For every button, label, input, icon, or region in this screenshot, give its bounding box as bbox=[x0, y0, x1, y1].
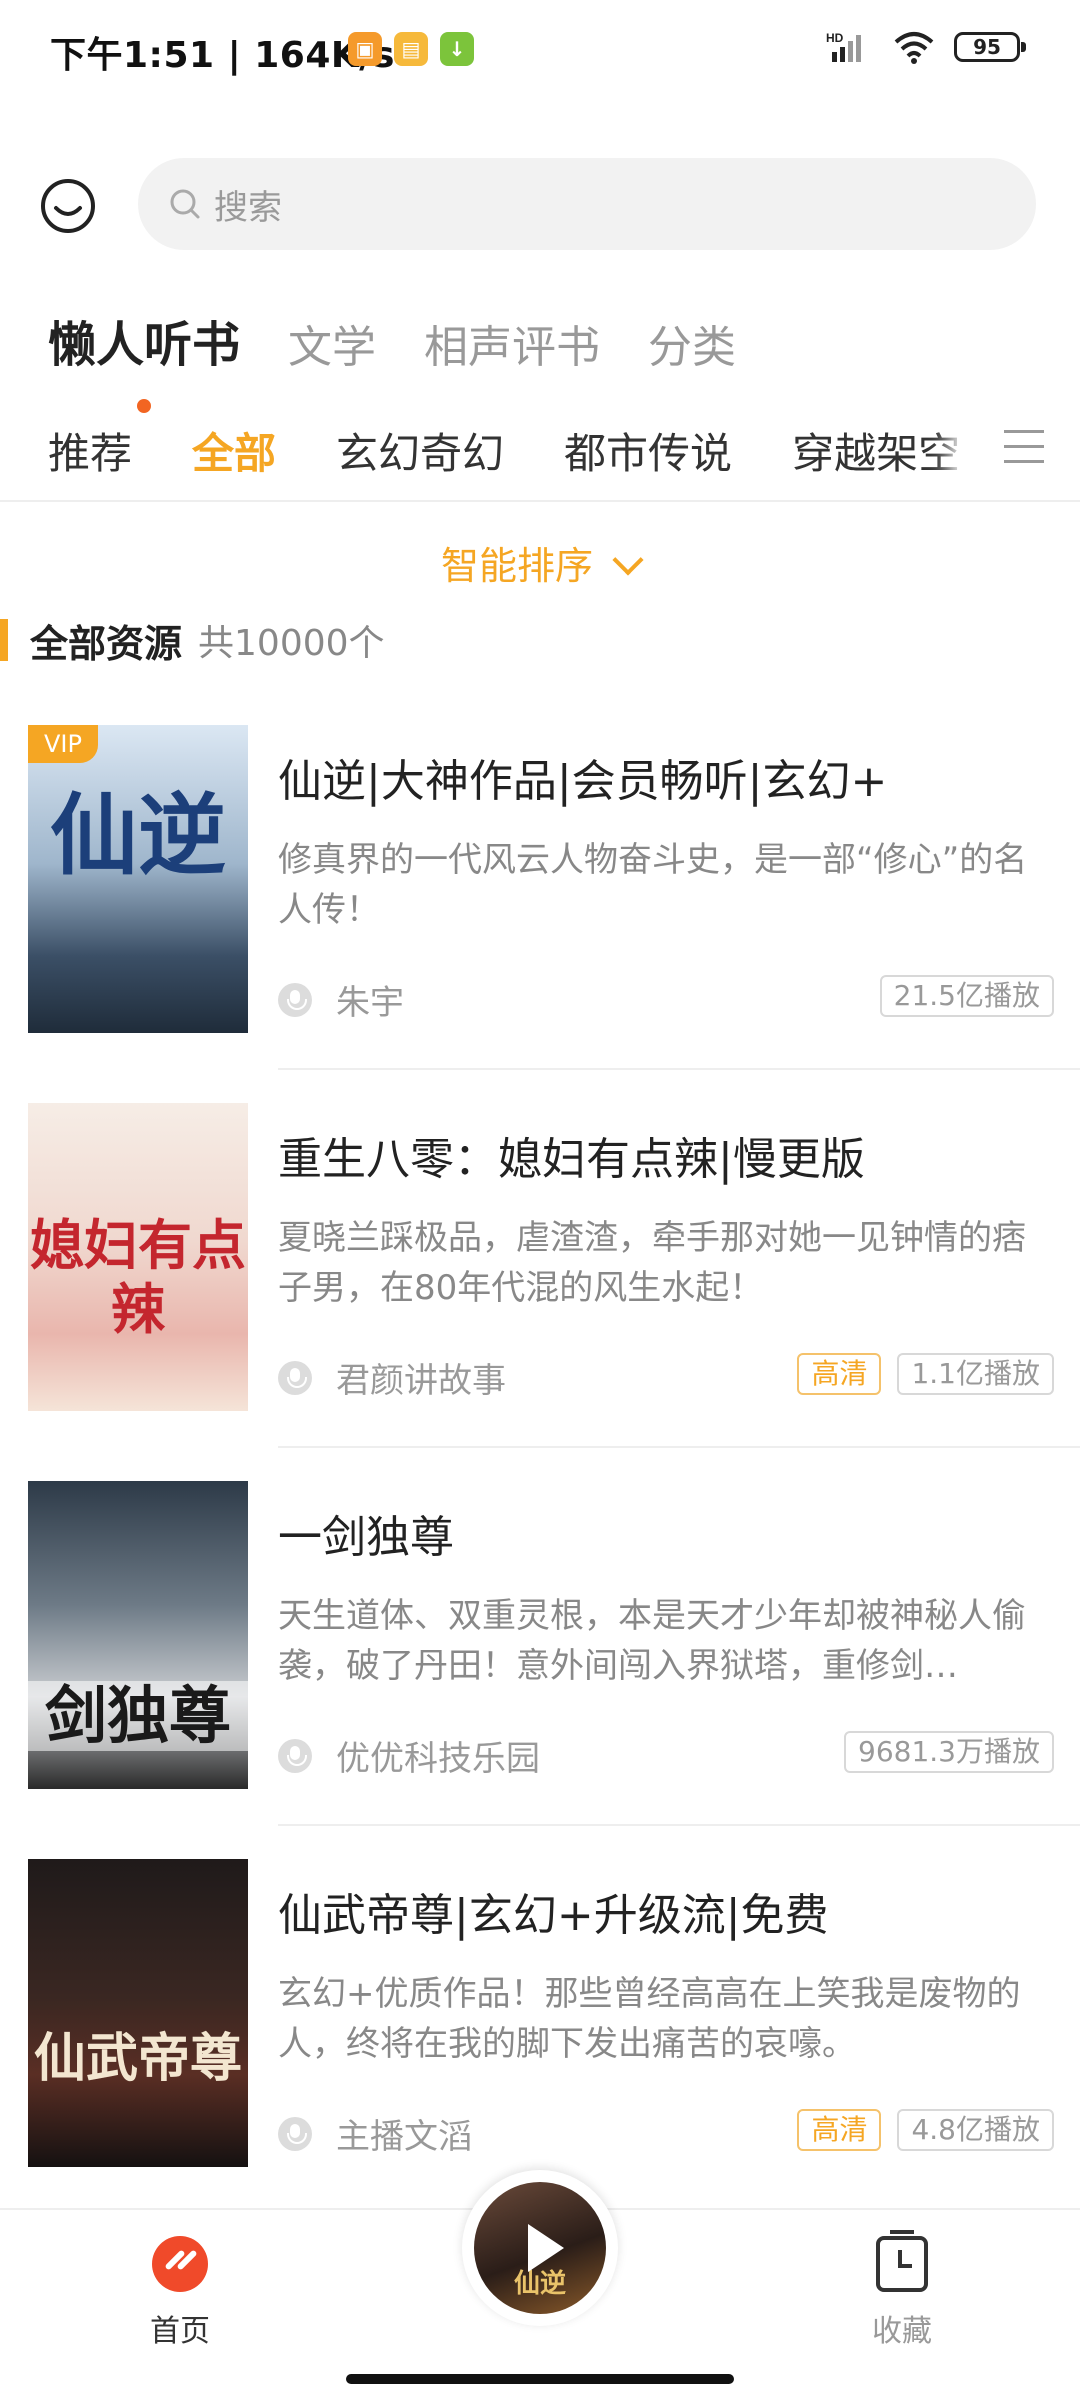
cover-title: 剑独尊 bbox=[28, 1681, 248, 1751]
tab-label: 相声评书 bbox=[424, 322, 601, 373]
section-header: 全部资源 共10000个 bbox=[0, 615, 385, 666]
item-badges: 高清 4.8亿播放 bbox=[797, 2109, 1054, 2151]
category-tab-time-travel[interactable]: 穿越架空 bbox=[792, 420, 960, 481]
search-bar[interactable]: 搜索 bbox=[138, 158, 1036, 250]
author-name: 优优科技乐园 bbox=[336, 1739, 540, 1779]
nav-home[interactable]: 首页 bbox=[130, 2236, 230, 2350]
book-cover[interactable]: 仙逆 VIP bbox=[28, 725, 248, 1033]
main-tabs: 懒人听书 文学 相声评书 分类 bbox=[48, 305, 784, 413]
author-name: 君颜讲故事 bbox=[336, 1361, 506, 1401]
microphone-icon bbox=[278, 1738, 312, 1773]
search-placeholder: 搜索 bbox=[214, 187, 282, 228]
notification-app-icon: ▣ bbox=[348, 32, 382, 66]
divider bbox=[0, 500, 1080, 502]
item-title[interactable]: 仙逆|大神作品|会员畅听|玄幻+ bbox=[278, 745, 887, 809]
list-item[interactable]: 仙逆 VIP 仙逆|大神作品|会员畅听|玄幻+ 修真界的一代风云人物奋斗史，是一… bbox=[0, 725, 1080, 1103]
nav-home-label: 首页 bbox=[150, 2314, 210, 2349]
divider bbox=[278, 1068, 1080, 1070]
active-tab-dot bbox=[137, 399, 151, 413]
play-count-badge: 21.5亿播放 bbox=[879, 975, 1054, 1017]
category-tab-all[interactable]: 全部 bbox=[192, 420, 276, 481]
item-author: 朱宇 bbox=[278, 975, 404, 1024]
home-indicator[interactable] bbox=[346, 2374, 734, 2384]
vip-badge: VIP bbox=[28, 725, 98, 763]
status-time: 下午1:51 | 164K/s bbox=[50, 35, 395, 76]
author-name: 主播文滔 bbox=[336, 2117, 472, 2157]
play-count-badge: 9681.3万播放 bbox=[844, 1731, 1054, 1773]
category-menu-icon[interactable] bbox=[1004, 430, 1044, 468]
battery-icon: 95 bbox=[954, 32, 1026, 62]
item-description: 夏晓兰踩极品，虐渣渣，牵手那对她一见钟情的痞子男，在80年代混的风生水起！ bbox=[278, 1218, 1026, 1308]
status-app-icons: ▣ ▤ ↓ bbox=[348, 32, 474, 66]
item-badges: 高清 1.1亿播放 bbox=[797, 1353, 1054, 1395]
hd-badge: 高清 bbox=[797, 1353, 882, 1395]
notification-app-icon: ▤ bbox=[394, 32, 428, 66]
nav-favorites-label: 收藏 bbox=[872, 2314, 932, 2349]
category-tab-recommend[interactable]: 推荐 bbox=[48, 420, 132, 481]
chevron-down-icon bbox=[612, 544, 644, 576]
author-name: 朱宇 bbox=[336, 983, 404, 1023]
status-bar: 下午1:51 | 164K/s ▣ ▤ ↓ HD 95 bbox=[0, 0, 1080, 100]
tab-label: 分类 bbox=[648, 322, 737, 373]
book-cover[interactable]: 剑独尊 bbox=[28, 1481, 248, 1789]
tab-literature[interactable]: 文学 bbox=[288, 311, 376, 375]
play-count-badge: 1.1亿播放 bbox=[897, 1353, 1054, 1395]
cover-title: 媳妇有点辣 bbox=[30, 1213, 246, 1341]
book-cover[interactable]: 仙武帝尊 bbox=[28, 1859, 248, 2167]
item-description: 修真界的一代风云人物奋斗史，是一部“修心”的名人传！ bbox=[278, 840, 1028, 930]
section-accent-bar bbox=[0, 619, 8, 661]
tab-crosstalk[interactable]: 相声评书 bbox=[424, 311, 600, 375]
tab-label: 文学 bbox=[288, 322, 377, 373]
profile-smiley-icon[interactable] bbox=[40, 178, 96, 234]
microphone-icon bbox=[278, 982, 312, 1017]
sort-dropdown[interactable]: 智能排序 bbox=[0, 535, 1080, 590]
item-author: 君颜讲故事 bbox=[278, 1353, 506, 1402]
list-item[interactable]: 媳妇有点辣 重生八零：媳妇有点辣|慢更版 夏晓兰踩极品，虐渣渣，牵手那对她一见钟… bbox=[0, 1103, 1080, 1481]
favorites-clock-icon bbox=[876, 2230, 928, 2292]
play-count-badge: 4.8亿播放 bbox=[897, 2109, 1054, 2151]
tab-categories[interactable]: 分类 bbox=[648, 311, 736, 375]
search-icon bbox=[170, 189, 200, 219]
item-badges: 9681.3万播放 bbox=[844, 1731, 1054, 1773]
microphone-icon bbox=[278, 2116, 312, 2151]
item-author: 优优科技乐园 bbox=[278, 1731, 540, 1780]
tab-lazy-audiobook[interactable]: 懒人听书 bbox=[48, 305, 241, 413]
home-icon bbox=[152, 2236, 208, 2292]
divider bbox=[278, 1824, 1080, 1826]
wifi-icon bbox=[894, 32, 934, 64]
item-title[interactable]: 重生八零：媳妇有点辣|慢更版 bbox=[278, 1123, 865, 1187]
section-count: 共10000个 bbox=[198, 623, 385, 664]
list-item[interactable]: 剑独尊 一剑独尊 天生道体、双重灵根，本是天才少年却被神秘人偷袭，破了丹田！意外… bbox=[0, 1481, 1080, 1859]
item-badges: 21.5亿播放 bbox=[879, 975, 1054, 1017]
item-author: 主播文滔 bbox=[278, 2109, 472, 2158]
category-tab-fantasy[interactable]: 玄幻奇幻 bbox=[336, 420, 504, 481]
download-icon: ↓ bbox=[440, 32, 474, 66]
nav-favorites[interactable]: 收藏 bbox=[852, 2230, 952, 2350]
item-title[interactable]: 仙武帝尊|玄幻+升级流|免费 bbox=[278, 1879, 829, 1943]
section-title: 全部资源 bbox=[30, 621, 183, 666]
category-tabs: 推荐 全部 玄幻奇幻 都市传说 穿越架空 bbox=[0, 420, 1080, 500]
divider bbox=[278, 1446, 1080, 1448]
hd-badge: 高清 bbox=[797, 2109, 882, 2151]
cover-title: 仙武帝尊 bbox=[33, 2028, 242, 2089]
status-right: HD 95 bbox=[826, 30, 1026, 64]
signal-icon: HD bbox=[826, 31, 861, 62]
cover-title: 仙逆 bbox=[49, 783, 226, 887]
now-playing-cover: 仙逆 bbox=[474, 2182, 606, 2314]
microphone-icon bbox=[278, 1360, 312, 1395]
item-description: 天生道体、双重灵根，本是天才少年却被神秘人偷袭，破了丹田！意外间闯入界狱塔，重修… bbox=[278, 1596, 1026, 1686]
item-title[interactable]: 一剑独尊 bbox=[278, 1501, 454, 1565]
play-button[interactable]: 仙逆 bbox=[462, 2170, 618, 2326]
network-label: HD bbox=[826, 31, 844, 45]
tab-label: 懒人听书 bbox=[48, 317, 241, 373]
sort-label: 智能排序 bbox=[440, 544, 593, 588]
category-tab-urban[interactable]: 都市传说 bbox=[564, 420, 732, 481]
book-cover[interactable]: 媳妇有点辣 bbox=[28, 1103, 248, 1411]
play-icon bbox=[528, 2224, 564, 2272]
item-description: 玄幻+优质作品！那些曾经高高在上笑我是废物的人，终将在我的脚下发出痛苦的哀嚎。 bbox=[278, 1974, 1021, 2064]
